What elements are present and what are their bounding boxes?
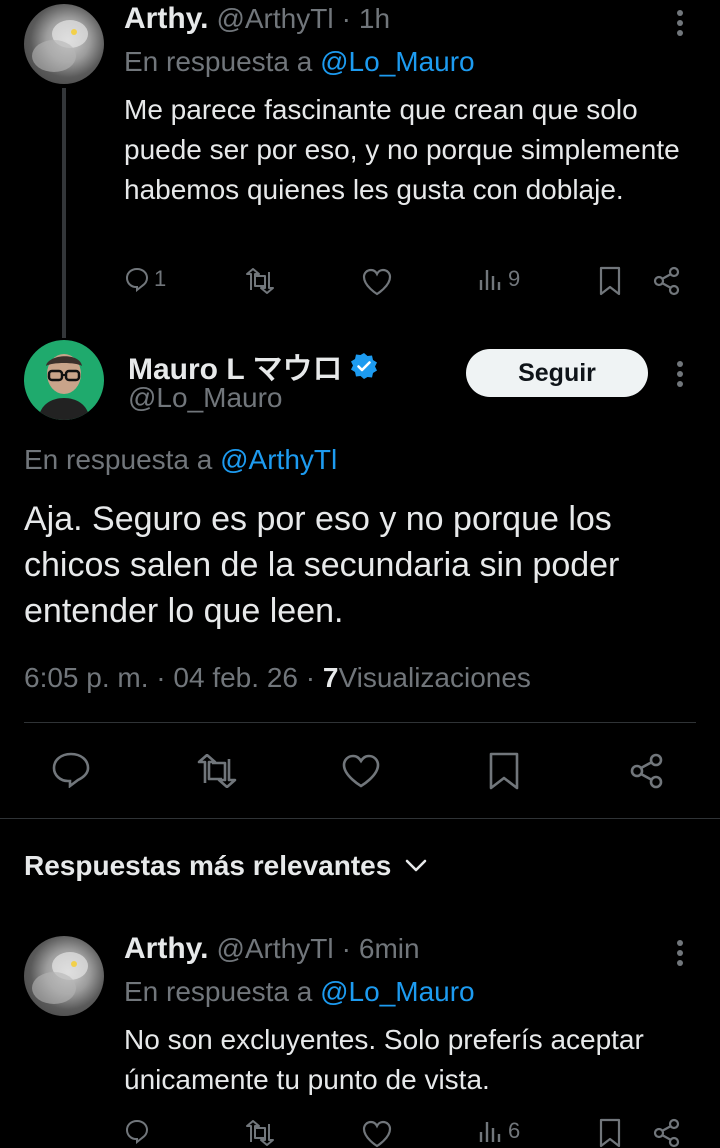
reply-icon (124, 266, 150, 292)
author-handle[interactable]: @ArthyTl (216, 3, 333, 35)
reply-count: 1 (154, 266, 167, 291)
separator: · (341, 933, 351, 964)
share-icon[interactable] (652, 1118, 682, 1148)
more-icon[interactable] (668, 359, 692, 389)
reply-to-link[interactable]: @Lo_Mauro (320, 46, 475, 77)
reply-to-link[interactable]: @ArthyTl (220, 444, 337, 475)
timestamp[interactable]: 1h (359, 3, 390, 35)
retweet-icon[interactable] (244, 1120, 276, 1146)
reply-icon[interactable] (124, 1118, 150, 1144)
author-name[interactable]: Arthy. (124, 2, 208, 36)
views-count: 6 (508, 1118, 521, 1143)
views-count: 9 (508, 266, 521, 291)
author-name[interactable]: Arthy. (124, 932, 208, 966)
avatar[interactable] (24, 936, 104, 1016)
more-icon[interactable] (668, 8, 692, 38)
share-icon[interactable] (652, 266, 682, 296)
tweet-text: Me parece fascinante que crean que solo … (124, 94, 680, 205)
views-icon (478, 1118, 504, 1144)
divider (24, 722, 696, 723)
follow-button[interactable]: Seguir (466, 349, 648, 397)
avatar[interactable] (24, 4, 104, 84)
views-label[interactable]: Visualizaciones (338, 662, 531, 693)
thread-line (62, 88, 66, 338)
action-bar (24, 748, 696, 794)
verified-badge-icon (350, 352, 378, 380)
views-button[interactable]: 9 (478, 266, 520, 292)
like-icon[interactable] (362, 1120, 392, 1148)
author-handle[interactable]: @ArthyTl (216, 933, 333, 965)
avatar[interactable] (24, 340, 104, 420)
reply-button[interactable]: 1 (124, 266, 166, 292)
replies-sort-toggle[interactable]: Respuestas más relevantes (24, 850, 427, 882)
like-icon[interactable] (362, 268, 392, 296)
reply-prefix: En respuesta a (124, 46, 313, 77)
chevron-down-icon (405, 859, 427, 873)
date[interactable]: 04 feb. 26 (173, 662, 298, 693)
tweet-header: Arthy. @ArthyTl · 6min (124, 932, 420, 966)
views-icon (478, 266, 504, 292)
reply-context: En respuesta a @Lo_Mauro (124, 46, 475, 78)
action-bar: 6 (124, 1114, 684, 1148)
separator: · (305, 662, 316, 693)
tweet-header: Arthy. @ArthyTl · 1h (124, 2, 390, 36)
separator: · (341, 3, 351, 34)
replies-sort-label: Respuestas más relevantes (24, 850, 392, 881)
retweet-icon[interactable] (196, 754, 238, 788)
timestamp[interactable]: 6min (359, 933, 420, 965)
views-button[interactable]: 6 (478, 1118, 520, 1144)
tweet-meta: 6:05 p. m. · 04 feb. 26 · 7Visualizacion… (24, 662, 531, 694)
tweet-text: Aja. Seguro es por eso y no porque los c… (24, 500, 620, 630)
reply-icon[interactable] (52, 752, 90, 788)
reply-context: En respuesta a @Lo_Mauro (124, 976, 475, 1008)
like-icon[interactable] (342, 754, 380, 788)
retweet-icon[interactable] (244, 268, 276, 294)
section-divider (0, 818, 720, 819)
reply-context: En respuesta a @ArthyTl (24, 444, 337, 476)
separator: · (156, 662, 166, 693)
reply-prefix: En respuesta a (124, 976, 313, 1007)
author-handle[interactable]: @Lo_Mauro (128, 382, 283, 414)
more-icon[interactable] (668, 938, 692, 968)
reply-prefix: En respuesta a (24, 444, 213, 475)
timestamp[interactable]: 6:05 p. m. (24, 662, 149, 693)
bookmark-icon[interactable] (488, 752, 520, 790)
bookmark-icon[interactable] (598, 1118, 622, 1148)
reply-to-link[interactable]: @Lo_Mauro (320, 976, 475, 1007)
bookmark-icon[interactable] (598, 266, 622, 296)
action-bar: 1 9 (124, 262, 684, 302)
share-icon[interactable] (628, 752, 666, 790)
tweet-text: No son excluyentes. Solo preferís acepta… (124, 1024, 644, 1095)
views-count: 7 (322, 662, 339, 693)
